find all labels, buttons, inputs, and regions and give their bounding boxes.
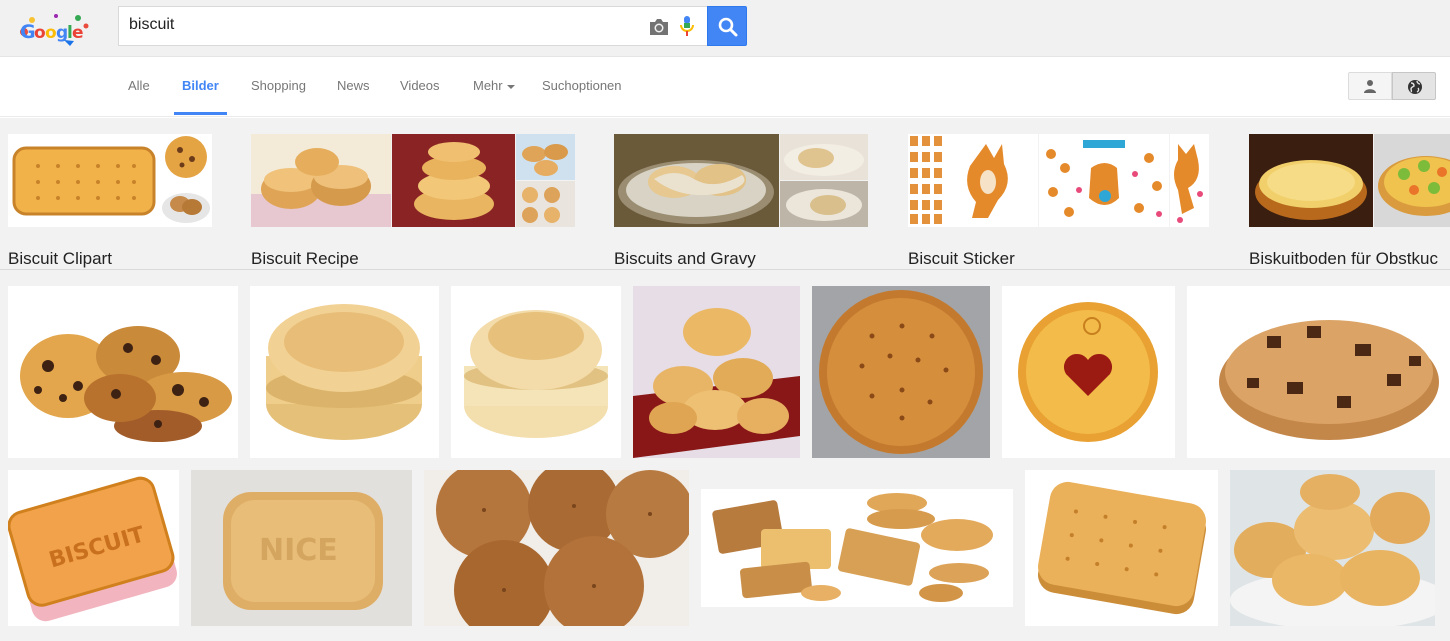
camera-icon[interactable] — [648, 17, 670, 37]
sponge-base-image — [1249, 134, 1373, 227]
gravy-biscuit-closeup-image — [780, 134, 868, 180]
globe-icon — [1408, 80, 1422, 94]
tab-bilder[interactable]: Bilder — [182, 78, 219, 93]
related-label: Biscuit Clipart — [8, 249, 112, 268]
gravy-biscuit-image — [780, 181, 868, 227]
google-doodle-logo[interactable]: G o o g l e — [16, 10, 92, 48]
image-result-biscuit-split[interactable] — [451, 286, 621, 458]
image-result-rich-tea-biscuit[interactable] — [812, 286, 990, 458]
cookie-clipart-image — [160, 134, 212, 180]
tab-news[interactable]: News — [337, 78, 370, 93]
tab-mehr[interactable]: Mehr — [473, 78, 515, 93]
svg-text:NICE: NICE — [259, 533, 338, 568]
image-result-assorted-biscuits[interactable] — [701, 489, 1013, 607]
svg-text:o: o — [34, 23, 46, 43]
related-thumbnails — [908, 134, 1209, 227]
cookies-rack-image — [516, 134, 575, 180]
fruit-tart-image — [1374, 134, 1450, 227]
sticker-sheet-image — [908, 134, 1038, 227]
image-results-grid: BISCUIT NICE — [0, 270, 1450, 641]
search-icon — [718, 17, 738, 37]
related-thumbnails — [8, 134, 212, 227]
related-item-biscuits-and-gravy[interactable]: Biscuits and Gravy — [614, 134, 868, 268]
tab-suchoptionen[interactable]: Suchoptionen — [542, 78, 622, 93]
caret-down-icon — [506, 84, 515, 89]
related-thumbnails — [251, 134, 575, 227]
image-result-jammie-dodger[interactable] — [1002, 286, 1175, 458]
image-result-scones-plate[interactable] — [1230, 470, 1435, 626]
related-label: Biskuitboden für Obstkuc — [1249, 249, 1438, 268]
biscuits-basket-image — [251, 134, 391, 227]
search-tabs-bar: Alle Bilder Shopping News Videos Mehr Su… — [0, 57, 1450, 117]
search-query-text[interactable]: biscuit — [129, 16, 174, 34]
person-icon — [1364, 80, 1376, 93]
biscuits-stack-image — [392, 134, 515, 227]
svg-text:e: e — [72, 23, 84, 43]
biscuit-clipart-image — [8, 134, 160, 227]
tab-videos[interactable]: Videos — [400, 78, 440, 93]
image-result-chocolate-chip-cookies[interactable] — [8, 286, 238, 458]
image-result-chunky-cookie[interactable] — [1187, 286, 1450, 458]
active-tab-indicator — [174, 112, 227, 115]
tab-shopping[interactable]: Shopping — [251, 78, 306, 93]
related-label: Biscuits and Gravy — [614, 249, 756, 268]
related-item-biskuitboden[interactable]: Biskuitboden für Obstkuc — [1249, 134, 1450, 268]
sticker-collage-image — [1039, 134, 1169, 227]
image-result-biscuit-single[interactable] — [250, 286, 439, 458]
related-thumbnails — [1249, 134, 1450, 227]
cookie-plate-image — [160, 180, 212, 227]
cookies-tray-image — [516, 181, 575, 227]
related-thumbnails — [614, 134, 868, 227]
image-result-pink-cream-biscuit[interactable]: BISCUIT — [8, 470, 179, 626]
related-label: Biscuit Recipe — [251, 249, 359, 268]
related-searches: Biscuit Clipart Biscuit Recipe Biscuits … — [0, 118, 1450, 270]
image-result-butter-biscuit[interactable] — [1025, 470, 1218, 626]
related-label: Biscuit Sticker — [908, 249, 1015, 268]
svg-text:o: o — [45, 23, 57, 43]
image-result-digestive-biscuits[interactable] — [424, 470, 689, 626]
search-button[interactable] — [707, 6, 747, 46]
related-item-biscuit-recipe[interactable]: Biscuit Recipe — [251, 134, 575, 268]
sticker-fox-image — [1170, 134, 1209, 227]
personal-results-toggle[interactable] — [1348, 72, 1392, 100]
global-results-toggle[interactable] — [1392, 72, 1436, 100]
related-item-biscuit-sticker[interactable]: Biscuit Sticker — [908, 134, 1209, 268]
tab-alle[interactable]: Alle — [128, 78, 150, 93]
related-item-biscuit-clipart[interactable]: Biscuit Clipart — [8, 134, 212, 268]
biscuits-gravy-plate-image — [614, 134, 779, 227]
image-result-biscuits-on-tray[interactable] — [633, 286, 800, 458]
search-input[interactable]: biscuit — [118, 6, 707, 46]
image-result-nice-biscuit[interactable]: NICE — [191, 470, 412, 626]
microphone-icon[interactable] — [679, 15, 695, 39]
tab-mehr-label: Mehr — [473, 78, 503, 93]
search-header: G o o g l e biscuit — [0, 0, 1450, 57]
